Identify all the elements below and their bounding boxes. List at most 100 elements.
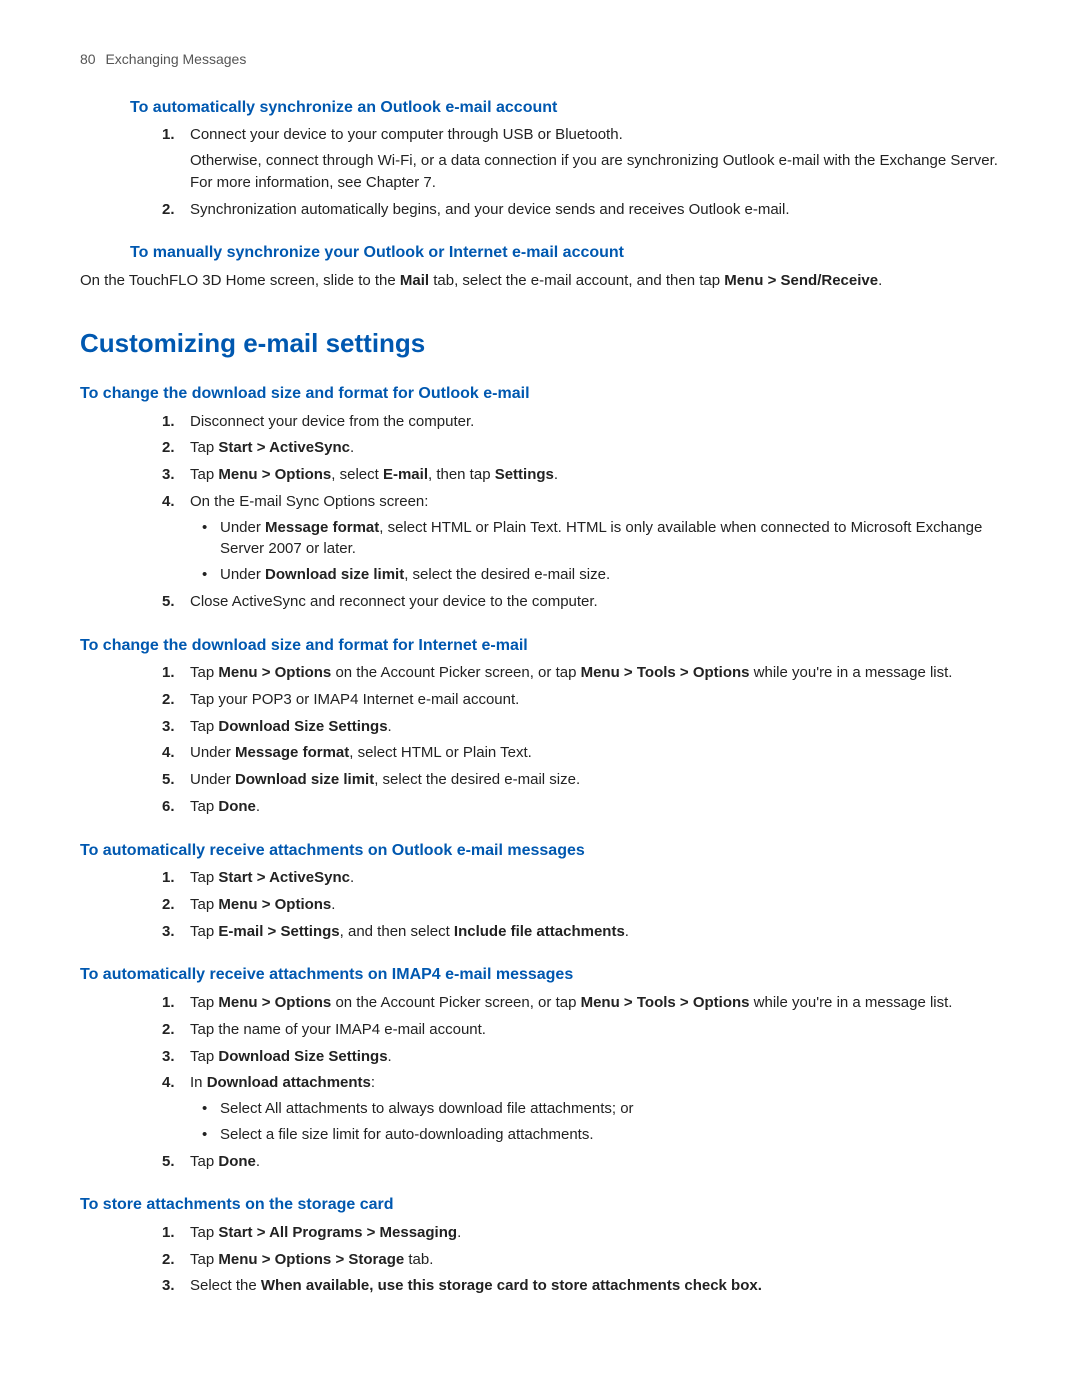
list-change-internet-size: Tap Menu > Options on the Account Picker…: [80, 662, 1020, 818]
list-auto-sync-outlook: Connect your device to your computer thr…: [80, 124, 1020, 220]
bold-run: When available, use this storage card to…: [261, 1277, 762, 1294]
text-run: , and then select: [340, 923, 454, 940]
text-run: In: [190, 1074, 207, 1091]
list-item: Close ActiveSync and reconnect your devi…: [80, 591, 1020, 613]
bold-run: Start > ActiveSync: [218, 439, 350, 456]
heading-auto-sync-outlook: To automatically synchronize an Outlook …: [130, 97, 1020, 119]
text-run: , then tap: [428, 466, 495, 483]
list-change-outlook-size: Disconnect your device from the computer…: [80, 411, 1020, 613]
text-run: Under: [220, 519, 265, 536]
bullet-item: Under Message format, select HTML or Pla…: [190, 517, 1020, 561]
bullet-item: Select All attachments to always downloa…: [190, 1098, 1020, 1120]
text-run: while you're in a message list.: [750, 994, 953, 1011]
list-item: Tap E-mail > Settings, and then select I…: [80, 921, 1020, 943]
page-number: 80: [80, 51, 96, 67]
heading-attach-imap4: To automatically receive attachments on …: [80, 964, 1020, 986]
list-item: Tap Done.: [80, 796, 1020, 818]
list-item: Tap your POP3 or IMAP4 Internet e-mail a…: [80, 689, 1020, 711]
body-text: On the E-mail Sync Options screen:: [190, 493, 428, 510]
bold-run: Message format: [265, 519, 379, 536]
text-run: Under: [190, 771, 235, 788]
sub-bullets: Under Message format, select HTML or Pla…: [190, 517, 1020, 586]
text-run: .: [256, 798, 260, 815]
list-item: Tap Start > All Programs > Messaging.: [80, 1222, 1020, 1244]
body-text: Otherwise, connect through Wi-Fi, or a d…: [190, 150, 1020, 194]
text-run: Tap: [190, 466, 218, 483]
bold-run: Menu > Options: [218, 896, 331, 913]
text-run: , select HTML or Plain Text.: [349, 744, 532, 761]
list-attach-outlook: Tap Start > ActiveSync. Tap Menu > Optio…: [80, 867, 1020, 942]
list-item: Under Download size limit, select the de…: [80, 769, 1020, 791]
text-run: Tap: [190, 896, 218, 913]
text-run: on the Account Picker screen, or tap: [331, 664, 580, 681]
list-item: Tap Start > ActiveSync.: [80, 437, 1020, 459]
bold-run: Download Size Settings: [218, 718, 387, 735]
text-run: , select the desired e-mail size.: [374, 771, 580, 788]
list-item: Tap Menu > Options on the Account Picker…: [80, 662, 1020, 684]
list-item: In Download attachments: Select All atta…: [80, 1072, 1020, 1145]
body-text: Tap your POP3 or IMAP4 Internet e-mail a…: [190, 691, 519, 708]
heading-change-internet-size: To change the download size and format f…: [80, 635, 1020, 657]
heading-store-attachments: To store attachments on the storage card: [80, 1194, 1020, 1216]
list-item: Tap Menu > Options, select E-mail, then …: [80, 464, 1020, 486]
list-item: Under Message format, select HTML or Pla…: [80, 742, 1020, 764]
body-text: Connect your device to your computer thr…: [190, 124, 1020, 146]
bold-run: Mail: [400, 272, 429, 289]
bold-run: Start > All Programs > Messaging: [218, 1224, 457, 1241]
bold-run: E-mail > Settings: [218, 923, 339, 940]
heading-attach-outlook: To automatically receive attachments on …: [80, 840, 1020, 862]
list-item: Tap Download Size Settings.: [80, 716, 1020, 738]
bold-run: Include file attachments: [454, 923, 625, 940]
text-run: :: [371, 1074, 375, 1091]
bold-run: Download size limit: [265, 566, 404, 583]
bold-run: E-mail: [383, 466, 428, 483]
text-run: Tap: [190, 798, 218, 815]
text-run: .: [554, 466, 558, 483]
list-item: Tap Done.: [80, 1151, 1020, 1173]
text-run: Tap: [190, 1251, 218, 1268]
text-run: .: [878, 272, 882, 289]
list-item: Tap Download Size Settings.: [80, 1046, 1020, 1068]
text-run: tab, select the e-mail account, and then…: [429, 272, 724, 289]
list-item: Tap Menu > Options > Storage tab.: [80, 1249, 1020, 1271]
text-run: .: [331, 896, 335, 913]
text-run: tab.: [404, 1251, 433, 1268]
bold-run: Done: [218, 798, 256, 815]
bold-run: Menu > Options: [218, 466, 331, 483]
text-run: Tap: [190, 1224, 218, 1241]
text-run: Tap: [190, 923, 218, 940]
bold-run: Download size limit: [235, 771, 374, 788]
bold-run: Menu > Tools > Options: [581, 994, 750, 1011]
text-run: .: [350, 869, 354, 886]
body-text: Tap the name of your IMAP4 e-mail accoun…: [190, 1021, 486, 1038]
text-run: Tap: [190, 718, 218, 735]
text-run: Tap: [190, 664, 218, 681]
bold-run: Menu > Send/Receive: [724, 272, 878, 289]
text-run: .: [388, 1048, 392, 1065]
list-item: Tap the name of your IMAP4 e-mail accoun…: [80, 1019, 1020, 1041]
text-run: while you're in a message list.: [750, 664, 953, 681]
heading-manual-sync: To manually synchronize your Outlook or …: [130, 242, 1020, 264]
text-run: Tap: [190, 869, 218, 886]
page-title: Exchanging Messages: [105, 51, 246, 67]
text-run: .: [625, 923, 629, 940]
body-text: Disconnect your device from the computer…: [190, 413, 474, 430]
text-run: Tap: [190, 439, 218, 456]
list-item: Disconnect your device from the computer…: [80, 411, 1020, 433]
bold-run: Start > ActiveSync: [218, 869, 350, 886]
text-run: Tap: [190, 994, 218, 1011]
bullet-item: Select a file size limit for auto-downlo…: [190, 1124, 1020, 1146]
bold-run: Download Size Settings: [218, 1048, 387, 1065]
text-run: On the TouchFLO 3D Home screen, slide to…: [80, 272, 400, 289]
text-run: Select the: [190, 1277, 261, 1294]
bold-run: Done: [218, 1153, 256, 1170]
list-item: On the E-mail Sync Options screen: Under…: [80, 491, 1020, 586]
list-item: Select the When available, use this stor…: [80, 1275, 1020, 1297]
text-run: .: [388, 718, 392, 735]
list-store-attachments: Tap Start > All Programs > Messaging. Ta…: [80, 1222, 1020, 1297]
text-run: .: [457, 1224, 461, 1241]
body-text: Synchronization automatically begins, an…: [190, 199, 1020, 221]
bold-run: Menu > Options: [218, 664, 331, 681]
list-item: Synchronization automatically begins, an…: [80, 199, 1020, 221]
sub-bullets: Select All attachments to always downloa…: [190, 1098, 1020, 1146]
